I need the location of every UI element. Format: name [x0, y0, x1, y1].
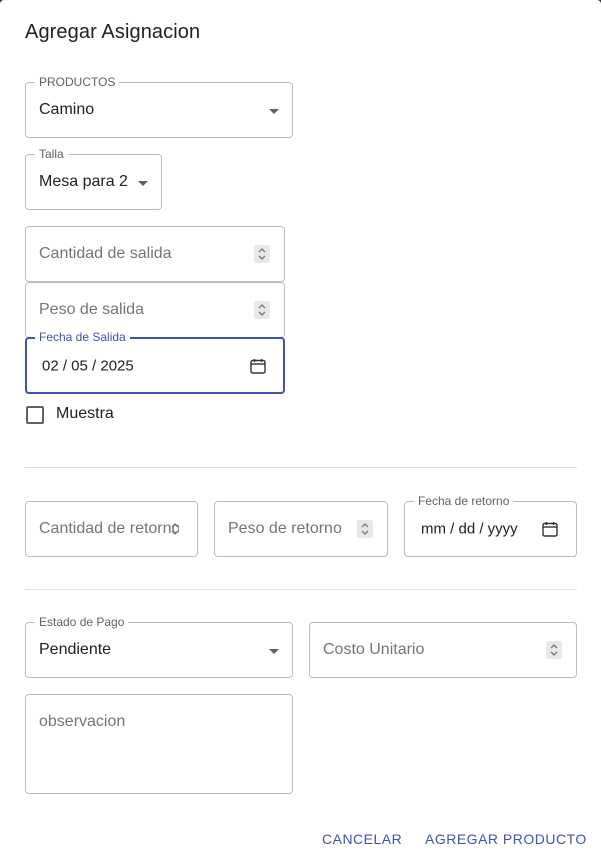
- peso-salida-placeholder: Peso de salida: [39, 301, 144, 318]
- spinner-arrows-icon[interactable]: [546, 641, 562, 659]
- caret-down-icon: [269, 649, 279, 654]
- talla-select[interactable]: Talla Mesa para 2: [25, 147, 162, 210]
- calendar-icon[interactable]: [249, 357, 267, 375]
- estado-pago-select[interactable]: Estado de Pago Pendiente: [25, 615, 293, 678]
- fecha-retorno-input[interactable]: Fecha de retorno mm / dd / yyyy: [404, 494, 577, 557]
- divider: [25, 467, 577, 468]
- cantidad-salida-input[interactable]: Cantidad de salida: [25, 226, 285, 282]
- fecha-salida-label: Fecha de Salida: [35, 330, 130, 344]
- productos-label: PRODUCTOS: [35, 75, 120, 89]
- fecha-retorno-value: mm / dd / yyyy: [421, 520, 518, 538]
- dialog-title: Agregar Asignacion: [25, 21, 201, 43]
- caret-down-icon: [138, 181, 148, 186]
- productos-value: Camino: [39, 101, 95, 118]
- spinner-arrows-icon[interactable]: [254, 245, 270, 263]
- add-assignment-dialog: Agregar Asignacion PRODUCTOS Camino Tall…: [0, 0, 601, 863]
- productos-select[interactable]: PRODUCTOS Camino: [25, 75, 293, 138]
- observacion-textarea[interactable]: observacion: [25, 694, 293, 794]
- spinner-arrows-icon[interactable]: [254, 301, 270, 319]
- talla-label: Talla: [35, 147, 68, 161]
- cantidad-salida-placeholder: Cantidad de salida: [39, 245, 172, 262]
- costo-unitario-input[interactable]: Costo Unitario: [309, 622, 577, 678]
- talla-value: Mesa para 2: [39, 173, 128, 190]
- estado-pago-value: Pendiente: [39, 641, 112, 658]
- muestra-checkbox[interactable]: [26, 406, 44, 424]
- costo-unitario-placeholder: Costo Unitario: [323, 641, 425, 658]
- peso-retorno-input[interactable]: Peso de retorno: [214, 501, 388, 557]
- spinner-arrows-icon[interactable]: [357, 520, 373, 538]
- estado-pago-label: Estado de Pago: [35, 615, 129, 629]
- cancel-button[interactable]: CANCELAR: [322, 831, 402, 847]
- spinner-arrows-icon[interactable]: [167, 520, 183, 538]
- divider: [25, 589, 577, 590]
- observacion-placeholder: observacion: [39, 713, 126, 730]
- caret-down-icon: [269, 109, 279, 114]
- add-product-button[interactable]: AGREGAR PRODUCTO: [425, 831, 587, 847]
- fecha-salida-value: 02 / 05 / 2025: [42, 357, 134, 374]
- fecha-salida-input[interactable]: Fecha de Salida 02 / 05 / 2025: [25, 330, 285, 394]
- fecha-retorno-label: Fecha de retorno: [414, 494, 514, 508]
- muestra-label: Muestra: [56, 405, 114, 422]
- cantidad-retorno-placeholder: Cantidad de retorno: [39, 520, 179, 537]
- cantidad-retorno-input[interactable]: Cantidad de retorno: [25, 501, 198, 557]
- calendar-icon[interactable]: [541, 520, 559, 538]
- peso-retorno-placeholder: Peso de retorno: [228, 520, 342, 537]
